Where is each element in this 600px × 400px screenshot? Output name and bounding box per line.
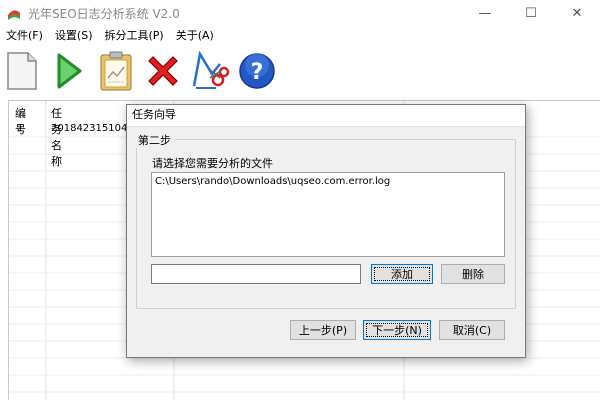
menu-split-tools[interactable]: 拆分工具(P) xyxy=(99,27,170,43)
file-listbox[interactable]: C:\Users\rando\Downloads\uqseo.com.error… xyxy=(151,172,505,257)
new-task-button[interactable] xyxy=(0,49,44,93)
list-item[interactable]: C:\Users\rando\Downloads\uqseo.com.error… xyxy=(155,176,390,187)
split-tool-button[interactable] xyxy=(188,49,232,93)
title-bar: 光年SEO日志分析系统 V2.0 — ☐ ✕ xyxy=(0,0,600,26)
report-button[interactable] xyxy=(94,49,138,93)
row-id: 1 xyxy=(17,123,24,134)
next-step-button[interactable]: 下一步(N) xyxy=(363,320,431,340)
task-wizard-dialog: 任务向导 第二步 请选择您需要分析的文件 C:\Users\rando\Down… xyxy=(126,104,526,358)
dialog-title: 任务向导 xyxy=(127,105,525,127)
window-title: 光年SEO日志分析系统 V2.0 xyxy=(28,6,180,21)
new-file-icon xyxy=(7,52,37,90)
toolbar: ? xyxy=(0,48,282,94)
add-file-button[interactable]: 添加 xyxy=(371,264,433,284)
minimize-button[interactable]: — xyxy=(462,0,508,26)
file-path-input[interactable] xyxy=(151,264,361,284)
play-icon xyxy=(57,53,82,89)
file-prompt-label: 请选择您需要分析的文件 xyxy=(152,157,273,170)
maximize-button[interactable]: ☐ xyxy=(508,0,554,26)
delete-file-button[interactable]: 删除 xyxy=(441,264,505,284)
svg-text:?: ? xyxy=(251,60,264,85)
app-logo-icon xyxy=(8,10,20,20)
column-header-name[interactable]: 任务名称 xyxy=(51,105,62,169)
menu-file[interactable]: 文件(F) xyxy=(0,27,49,43)
delete-x-icon xyxy=(148,56,178,86)
start-button[interactable] xyxy=(47,49,91,93)
menu-bar: 文件(F) 设置(S) 拆分工具(P) 关于(A) xyxy=(0,26,220,44)
close-button[interactable]: ✕ xyxy=(554,0,600,26)
step-label: 第二步 xyxy=(135,132,174,148)
help-question-icon: ? xyxy=(239,53,275,89)
clipboard-report-icon xyxy=(100,51,132,91)
previous-step-button[interactable]: 上一步(P) xyxy=(290,320,356,340)
split-scissors-icon xyxy=(192,50,230,89)
menu-about[interactable]: 关于(A) xyxy=(170,27,220,43)
menu-settings[interactable]: 设置(S) xyxy=(49,27,99,43)
delete-task-button[interactable] xyxy=(141,49,185,93)
cancel-button[interactable]: 取消(C) xyxy=(439,320,505,340)
help-button[interactable]: ? xyxy=(235,49,279,93)
